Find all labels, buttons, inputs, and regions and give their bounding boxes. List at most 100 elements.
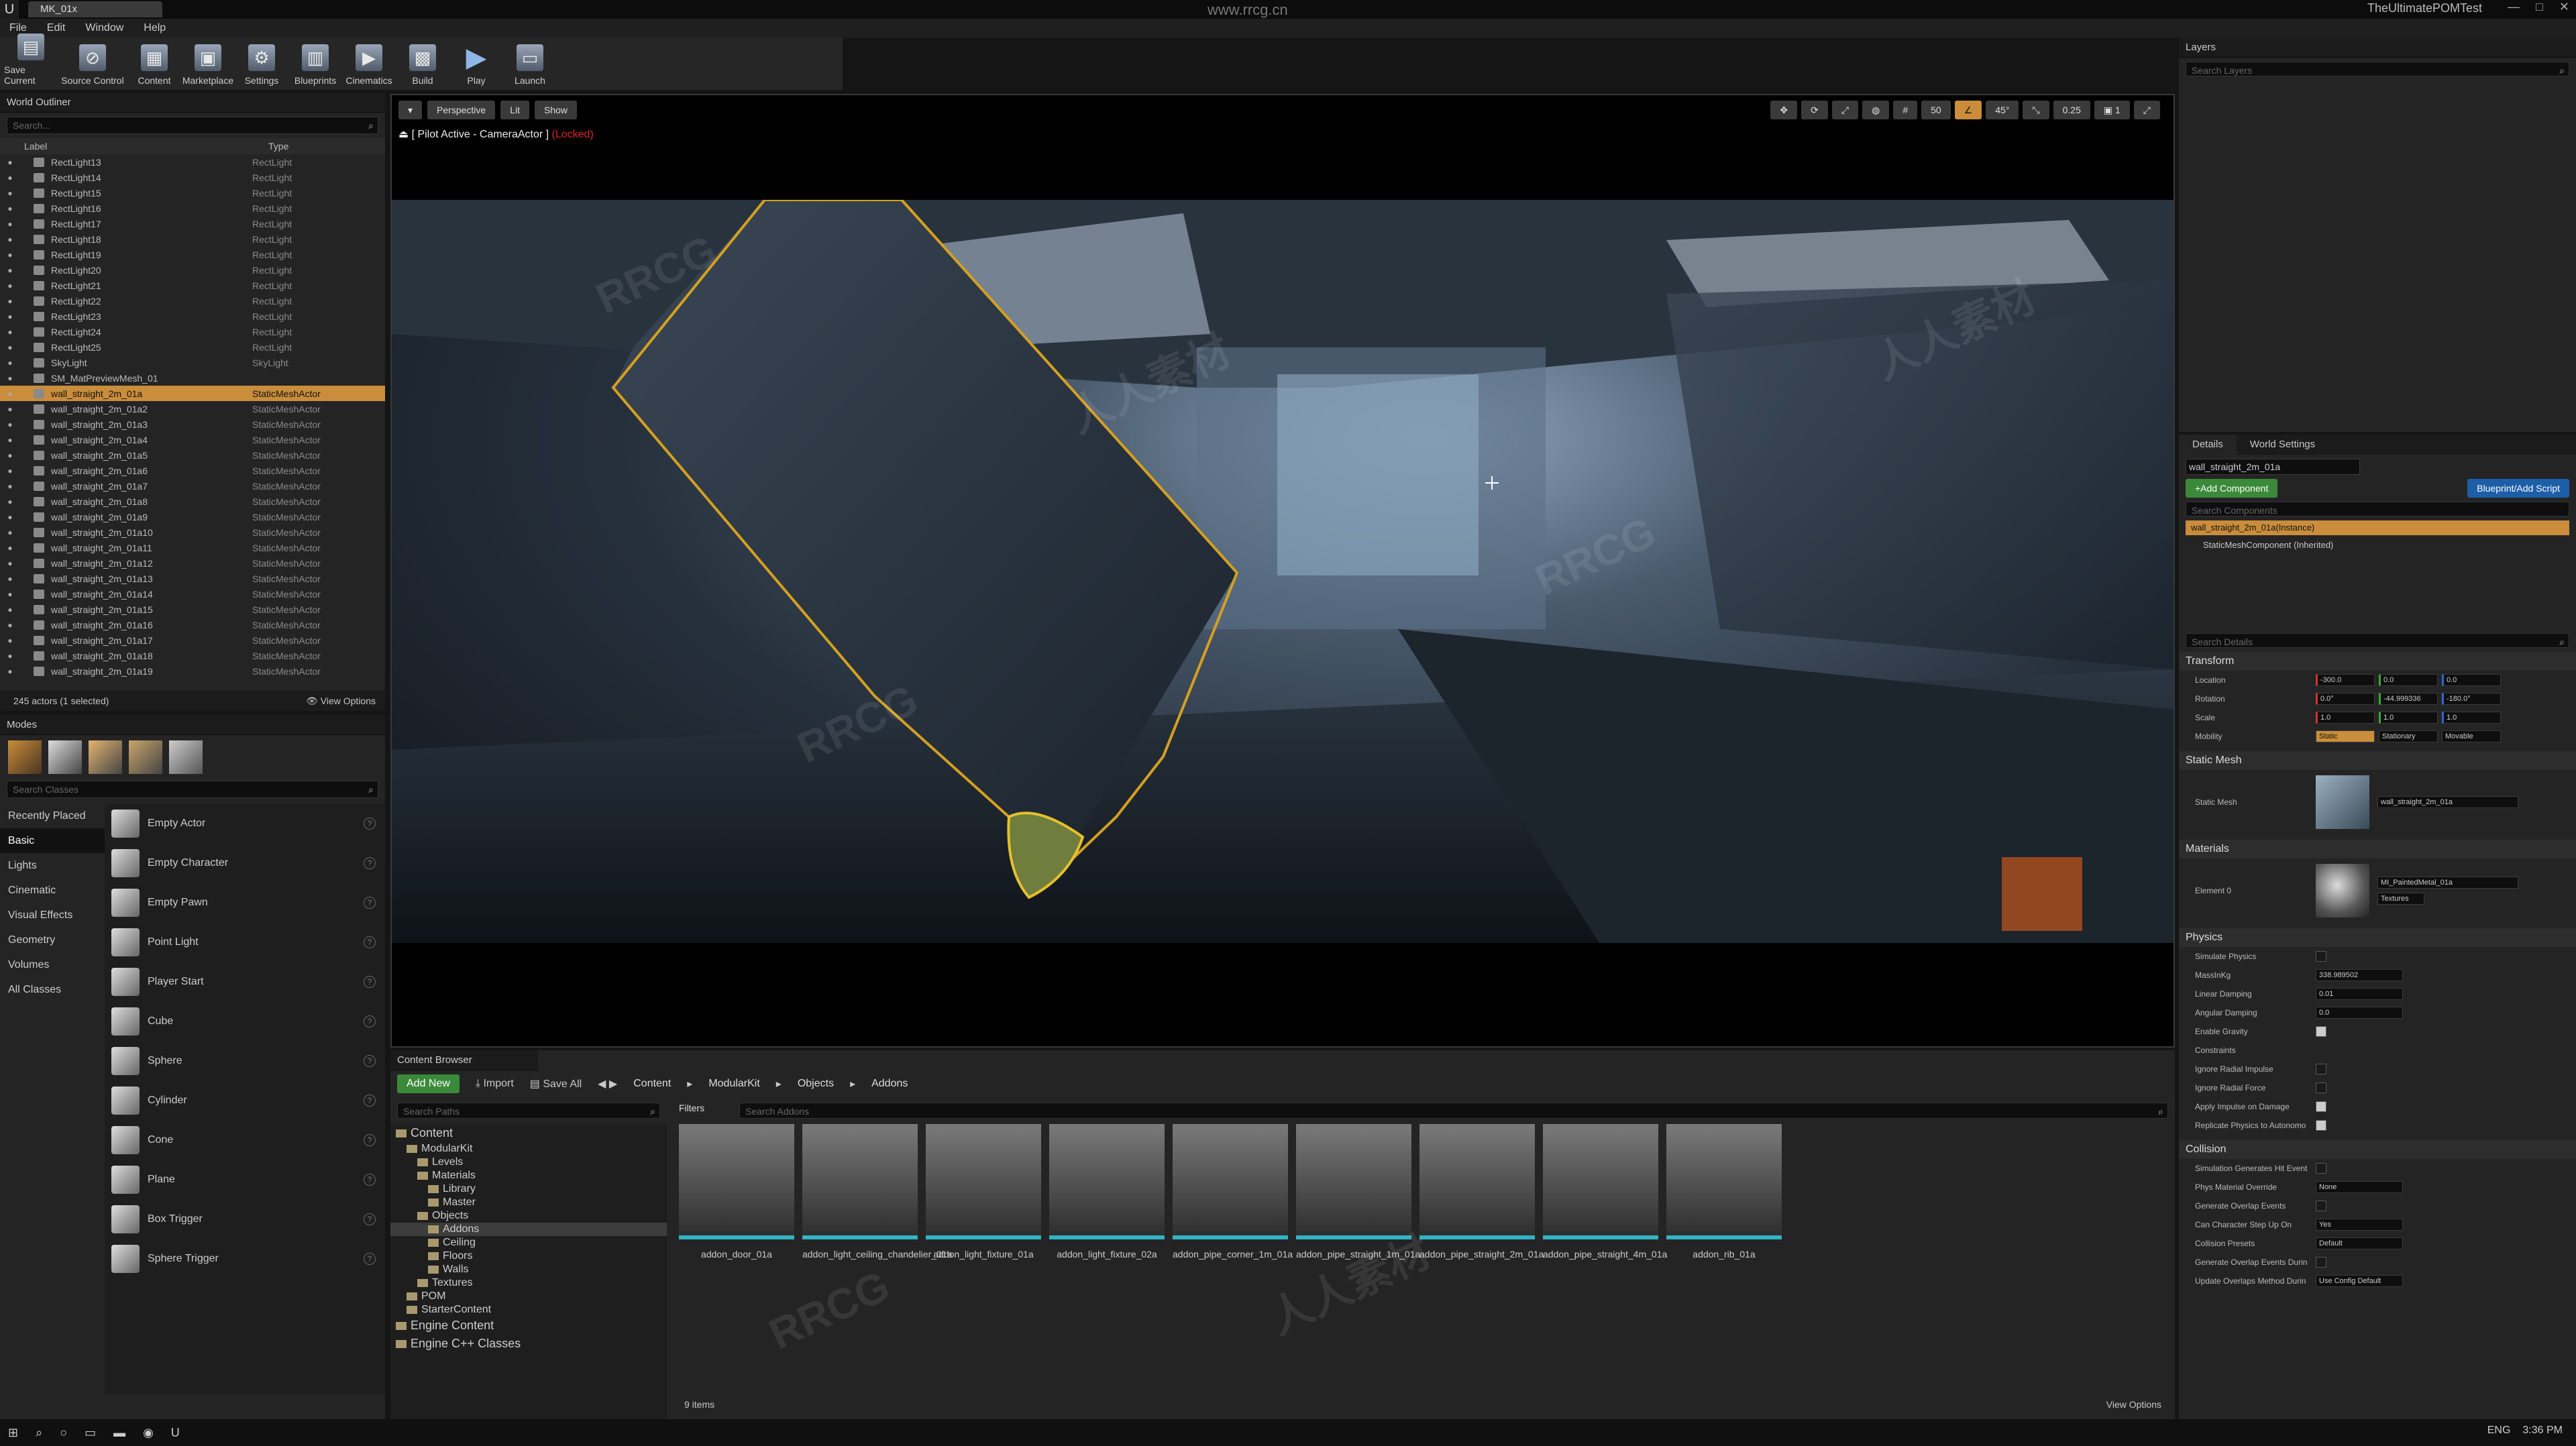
- outliner-row[interactable]: ● SM_MatPreviewMesh_01: [0, 370, 385, 386]
- content-browser-tab[interactable]: Content Browser: [390, 1050, 538, 1070]
- save-current-button[interactable]: ▤ Save Current: [4, 34, 58, 90]
- outliner-row[interactable]: ● RectLight22 RectLight: [0, 293, 385, 309]
- close-button[interactable]: ✕: [2559, 0, 2569, 14]
- help-icon[interactable]: ?: [364, 1173, 376, 1186]
- save-all-button[interactable]: ▤ Save All: [530, 1077, 582, 1091]
- placeable-item[interactable]: Player Start?: [105, 962, 385, 1001]
- placeable-item[interactable]: Point Light?: [105, 922, 385, 962]
- visibility-eye-icon[interactable]: ●: [0, 605, 20, 614]
- visibility-eye-icon[interactable]: ●: [0, 559, 20, 568]
- breadcrumb-objects[interactable]: Objects: [798, 1078, 834, 1090]
- layers-title[interactable]: Layers: [2179, 38, 2576, 58]
- outliner-row[interactable]: ● RectLight16 RectLight: [0, 201, 385, 216]
- outliner-row[interactable]: ● wall_straight_2m_01a13 StaticMeshActor: [0, 571, 385, 586]
- visibility-eye-icon[interactable]: ●: [0, 188, 20, 198]
- play-button[interactable]: ▶ Play: [449, 38, 503, 90]
- clock[interactable]: 3:36 PM: [2522, 1425, 2563, 1437]
- materials-section[interactable]: Materials: [2179, 840, 2576, 858]
- view-options-button[interactable]: 👁 View Options: [306, 691, 376, 711]
- asset-tile[interactable]: addon_pipe_straight_2m_01a: [1419, 1124, 1544, 1260]
- unreal-taskbar-icon[interactable]: U: [171, 1426, 180, 1440]
- property-checkbox[interactable]: [2316, 1082, 2326, 1093]
- minimize-button[interactable]: —: [2508, 0, 2520, 14]
- language-indicator[interactable]: ENG: [2487, 1425, 2511, 1437]
- rotate-icon[interactable]: ⟳: [1801, 101, 1828, 119]
- outliner-row[interactable]: ● wall_straight_2m_01a2 StaticMeshActor: [0, 401, 385, 416]
- visibility-eye-icon[interactable]: ●: [0, 327, 20, 337]
- chrome-icon[interactable]: ◉: [143, 1426, 154, 1440]
- asset-tile[interactable]: addon_light_fixture_02a: [1049, 1124, 1165, 1260]
- visibility-eye-icon[interactable]: ●: [0, 466, 20, 476]
- mobility-stationary[interactable]: Stationary: [2379, 730, 2438, 742]
- rotation-z[interactable]: -180.0°: [2442, 693, 2501, 705]
- explorer-icon[interactable]: ▬: [113, 1426, 125, 1440]
- actor-name-field[interactable]: wall_straight_2m_01a: [2186, 459, 2360, 475]
- visibility-eye-icon[interactable]: ●: [0, 667, 20, 676]
- visibility-eye-icon[interactable]: ●: [0, 435, 20, 445]
- marketplace-button[interactable]: ▣ Marketplace: [181, 38, 235, 90]
- outliner-row[interactable]: ● RectLight15 RectLight: [0, 185, 385, 201]
- help-icon[interactable]: ?: [364, 896, 376, 909]
- folder-tree-item[interactable]: Master: [390, 1196, 667, 1209]
- visibility-eye-icon[interactable]: ●: [0, 528, 20, 537]
- rotation-y[interactable]: -44.999336: [2379, 693, 2438, 705]
- visibility-eye-icon[interactable]: ●: [0, 590, 20, 599]
- blueprints-button[interactable]: ▥ Blueprints: [288, 38, 342, 90]
- cortana-icon[interactable]: ○: [60, 1426, 67, 1440]
- breadcrumb-content[interactable]: Content: [633, 1078, 671, 1090]
- folder-tree-item[interactable]: Textures: [390, 1276, 667, 1290]
- rotation-snap-value[interactable]: 45°: [1986, 101, 2019, 119]
- mode-category[interactable]: Geometry: [0, 928, 105, 952]
- add-component-button[interactable]: +Add Component: [2186, 479, 2278, 498]
- help-icon[interactable]: ?: [364, 1015, 376, 1027]
- visibility-eye-icon[interactable]: ●: [0, 651, 20, 661]
- source-control-button[interactable]: ⊘ Source Control: [58, 38, 127, 90]
- show-button[interactable]: Show: [534, 101, 578, 119]
- placeable-item[interactable]: Cylinder?: [105, 1080, 385, 1120]
- asset-tile[interactable]: addon_door_01a: [679, 1124, 794, 1260]
- visibility-eye-icon[interactable]: ●: [0, 312, 20, 321]
- scale-x[interactable]: 1.0: [2316, 712, 2375, 724]
- property-checkbox[interactable]: [2316, 1026, 2326, 1037]
- location-x[interactable]: -300.0: [2316, 674, 2375, 686]
- help-icon[interactable]: ?: [364, 975, 376, 988]
- geometry-mode-icon[interactable]: [169, 740, 203, 774]
- outliner-row[interactable]: ● wall_straight_2m_01a15 StaticMeshActor: [0, 602, 385, 617]
- placeable-item[interactable]: Cone?: [105, 1120, 385, 1160]
- visibility-eye-icon[interactable]: ●: [0, 636, 20, 645]
- placeable-item[interactable]: Empty Actor?: [105, 803, 385, 843]
- outliner-row[interactable]: ● RectLight17 RectLight: [0, 216, 385, 231]
- outliner-row[interactable]: ● SkyLight SkyLight: [0, 355, 385, 370]
- scale-z[interactable]: 1.0: [2442, 712, 2501, 724]
- outliner-row[interactable]: ● RectLight19 RectLight: [0, 247, 385, 262]
- property-field[interactable]: Use Config Default: [2316, 1275, 2403, 1287]
- search-layers-input[interactable]: Search Layers ⌕: [2186, 62, 2569, 76]
- folder-tree-item[interactable]: Addons: [390, 1223, 667, 1236]
- collision-section[interactable]: Collision: [2179, 1140, 2576, 1159]
- visibility-eye-icon[interactable]: ●: [0, 404, 20, 414]
- folder-tree-item[interactable]: Library: [390, 1182, 667, 1196]
- rotation-snap-icon[interactable]: ∠: [1954, 101, 1982, 119]
- asset-tile[interactable]: addon_pipe_corner_1m_01a: [1173, 1124, 1293, 1260]
- settings-button[interactable]: ⚙ Settings: [235, 38, 288, 90]
- outliner-row[interactable]: ● wall_straight_2m_01a18 StaticMeshActor: [0, 648, 385, 663]
- property-checkbox[interactable]: [2316, 1120, 2326, 1131]
- outliner-row[interactable]: ● wall_straight_2m_01a16 StaticMeshActor: [0, 617, 385, 632]
- static-mesh-picker[interactable]: wall_straight_2m_01a: [2377, 796, 2518, 808]
- property-checkbox[interactable]: [2316, 1257, 2326, 1268]
- placeable-item[interactable]: Sphere?: [105, 1041, 385, 1080]
- location-z[interactable]: 0.0: [2442, 674, 2501, 686]
- textures-dropdown[interactable]: Textures: [2377, 893, 2424, 905]
- help-icon[interactable]: ?: [364, 1213, 376, 1225]
- folder-tree-item[interactable]: Materials: [390, 1169, 667, 1182]
- outliner-row[interactable]: ● wall_straight_2m_01a4 StaticMeshActor: [0, 432, 385, 447]
- mode-category[interactable]: Basic: [0, 828, 105, 853]
- mobility-movable[interactable]: Movable: [2442, 730, 2501, 742]
- visibility-eye-icon[interactable]: ●: [0, 281, 20, 290]
- folder-tree-item[interactable]: StarterContent: [390, 1303, 667, 1317]
- tab-world-settings[interactable]: World Settings: [2237, 435, 2328, 455]
- folder-tree-item[interactable]: Engine Content: [390, 1317, 667, 1335]
- search-assets-input[interactable]: Search Addons ⌕: [739, 1103, 2168, 1119]
- outliner-row[interactable]: ● wall_straight_2m_01a StaticMeshActor: [0, 386, 385, 401]
- visibility-eye-icon[interactable]: ●: [0, 173, 20, 182]
